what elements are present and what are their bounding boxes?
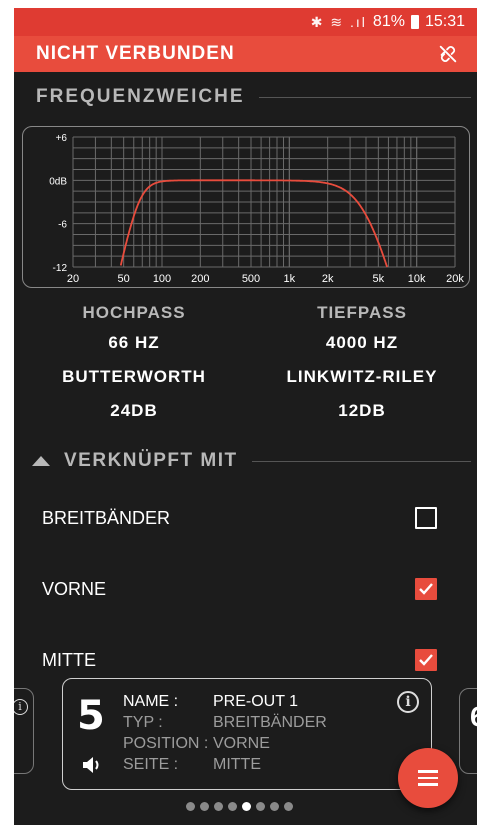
detail-value: VORNE [213,735,270,752]
menu-icon-bar [418,776,438,780]
x-tick-label: 1k [284,273,296,285]
linked-item-label: VORNE [42,578,107,599]
page-dot[interactable] [242,802,251,811]
detail-key: POSITION : [123,735,209,752]
x-tick-label: 20 [67,273,79,285]
linked-item-vorne[interactable]: VORNE [14,569,477,609]
frequency-response-graph[interactable]: +6 0dB -6 -12 20 50 100 200 500 1k 2k 5k 10k 20k [22,126,470,288]
frequency-graph-svg: +6 0dB -6 -1220 50 100 200 500 1k 2k 5k 10k 20k [49,133,464,285]
previous-channel-card[interactable]: i [14,688,34,774]
detail-row: TYP : BREITBÄNDER [123,712,327,733]
x-tick-label: 200 [191,273,209,285]
detail-key: SEITE : [123,756,179,773]
x-tick-label: 10k [408,273,426,285]
highpass-label: HOCHPASS [82,303,186,322]
next-channel-number: 6 [470,701,477,733]
connection-status: NICHT VERBUNDEN [36,43,235,64]
menu-icon-bar [418,770,438,773]
page-dot[interactable] [214,802,223,811]
checkbox-vorne[interactable] [415,578,437,600]
page-indicator [186,802,293,811]
checkmark-icon [419,583,433,595]
lowpass-slope[interactable]: 12DB [252,394,472,428]
status-icons: ✱ ≋ .ıl [310,13,367,30]
channel-details: NAME : PRE-OUT 1 TYP : BREITBÄNDER POSIT… [123,691,327,775]
detail-row: POSITION : VORNE [123,733,327,754]
info-icon[interactable]: i [397,691,419,713]
page-dot[interactable] [228,802,237,811]
page-dot[interactable] [186,802,195,811]
page-dot[interactable] [270,802,279,811]
detail-key: TYP : [123,714,163,731]
linked-item-label: MITTE [42,649,96,670]
x-tick-label: 100 [153,273,171,285]
lowpass-frequency[interactable]: 4000 HZ [252,326,472,360]
speaker-icon[interactable] [81,755,103,775]
page-dot[interactable] [256,802,265,811]
crossover-title: FREQUENZWEICHE [36,86,245,107]
highpass-slope[interactable]: 24DB [24,394,244,428]
page-dot[interactable] [200,802,209,811]
menu-icon-bar [418,783,438,786]
y-tick-label: -12 [53,263,68,274]
highpass-column[interactable]: HOCHPASS 66 HZ BUTTERWORTH 24DB [24,300,244,428]
y-tick-label: -6 [58,220,67,231]
x-tick-label: 20k [446,273,464,285]
detail-row: NAME : PRE-OUT 1 [123,691,327,712]
lowpass-label: TIEFPASS [317,303,407,322]
divider [258,96,471,98]
detail-value: MITTE [213,756,261,773]
y-tick-label: 0dB [49,176,67,187]
page-dot[interactable] [284,802,293,811]
y-tick-label: +6 [56,133,68,144]
linked-item-mitte[interactable]: MITTE [14,640,477,680]
detail-value: BREITBÄNDER [213,714,327,731]
detail-row: SEITE : MITTE [123,754,327,775]
lowpass-type[interactable]: LINKWITZ-RILEY [252,360,472,394]
lowpass-column[interactable]: TIEFPASS 4000 HZ LINKWITZ-RILEY 12DB [252,300,472,428]
highpass-frequency[interactable]: 66 HZ [24,326,244,360]
battery-icon [410,15,419,29]
clock: 15:31 [424,13,465,30]
divider [251,460,471,462]
x-tick-label: 2k [322,273,334,285]
menu-button[interactable] [398,748,458,808]
x-tick-label: 5k [373,273,385,285]
checkmark-icon [419,654,433,666]
status-bar: ✱ ≋ .ıl 81% 15:31 [14,8,477,36]
connection-bar[interactable]: NICHT VERBUNDEN [14,36,477,72]
app-screen: ✱ ≋ .ıl 81% 15:31 NICHT VERBUNDEN FREQUE… [14,8,477,825]
linked-section-header[interactable]: VERKNÜPFT MIT [14,450,477,472]
channel-number: 5 [77,693,105,739]
detail-key: NAME : [123,693,179,710]
battery-level: 81% [372,13,405,30]
channel-card[interactable]: 5 NAME : PRE-OUT 1 TYP : BREITBÄNDER POS… [62,678,432,790]
linked-title: VERKNÜPFT MIT [64,450,238,471]
unlink-icon[interactable] [437,43,459,65]
linked-item-breitbaender[interactable]: BREITBÄNDER [14,498,477,538]
collapse-arrow-icon[interactable] [32,456,50,466]
crossover-section-header: FREQUENZWEICHE [14,86,477,108]
x-tick-label: 500 [242,273,260,285]
checkbox-mitte[interactable] [415,649,437,671]
highpass-type[interactable]: BUTTERWORTH [24,360,244,394]
x-tick-label: 50 [118,273,130,285]
checkbox-breitbaender[interactable] [415,507,437,529]
next-channel-card[interactable]: 6 [459,688,477,774]
info-icon[interactable]: i [14,699,28,715]
detail-value: PRE-OUT 1 [213,693,299,710]
linked-item-label: BREITBÄNDER [42,507,171,528]
